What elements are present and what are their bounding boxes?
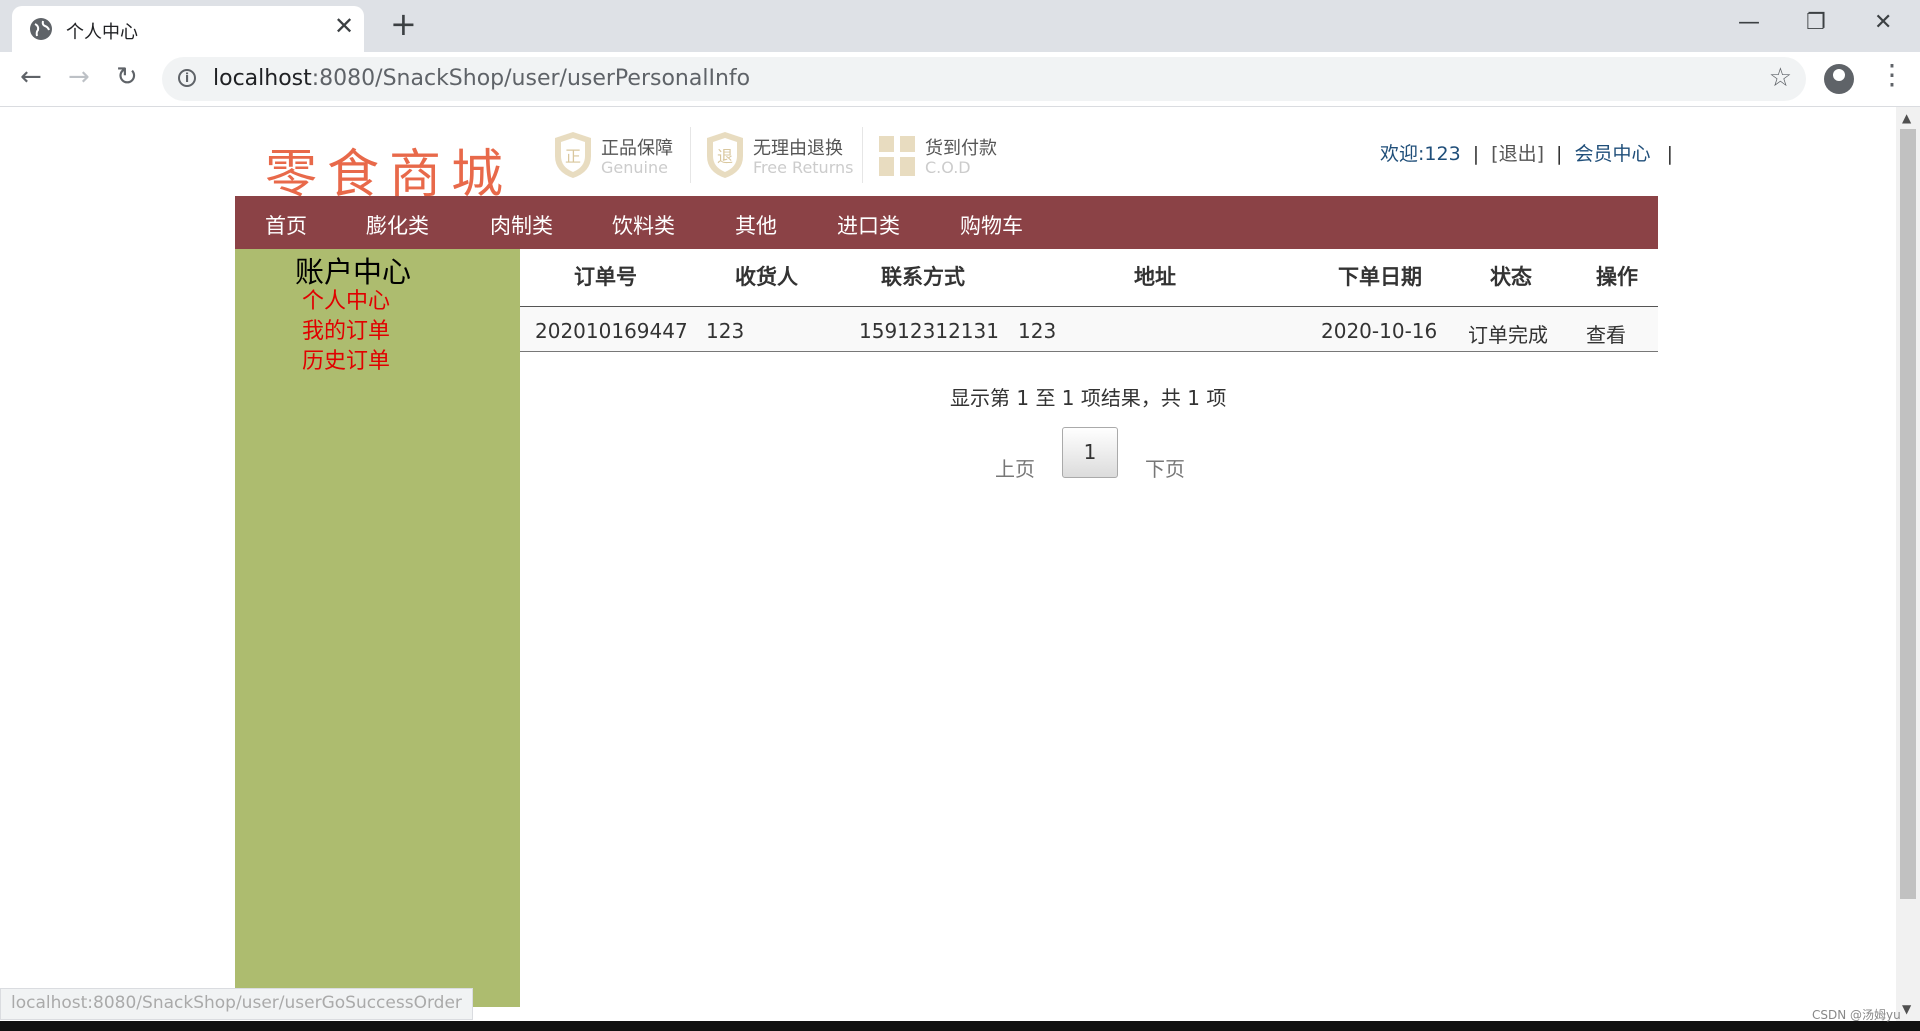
watermark: CSDN @汤姆yu <box>1812 1008 1901 1022</box>
url-text[interactable]: localhost:8080/SnackShop/user/userPerson… <box>213 66 750 91</box>
sidebar-link-orders[interactable]: 我的订单 <box>302 313 390 345</box>
svg-text:正: 正 <box>565 147 581 166</box>
address-bar[interactable]: i localhost:8080/SnackShop/user/userPers… <box>162 57 1806 101</box>
nav-item-puffed[interactable]: 膨化类 <box>366 210 429 240</box>
shield-icon: 正 <box>555 132 591 178</box>
taskbar <box>0 1021 1920 1031</box>
vertical-scrollbar[interactable]: ▲ ▼ <box>1896 107 1920 1021</box>
nav-item-imported[interactable]: 进口类 <box>837 210 900 240</box>
user-links: 欢迎:123 | [退出] | 会员中心 | <box>1380 143 1673 165</box>
cell-order-no: 202010169447 <box>535 319 688 343</box>
column-header-receiver[interactable]: 收货人 <box>735 261 798 291</box>
scrollbar-thumb[interactable] <box>1900 129 1916 899</box>
globe-icon <box>30 18 52 40</box>
member-center-link[interactable]: 会员中心 <box>1575 143 1651 165</box>
page-content: 零食商城 正 正品保障 Genuine 退 无理由退换 Free Returns… <box>0 107 1896 1021</box>
menu-icon[interactable]: ⋮ <box>1878 58 1906 91</box>
window-close-icon[interactable]: ✕ <box>1874 10 1892 35</box>
svg-text:退: 退 <box>717 147 733 166</box>
account-sidebar: 账户中心 个人中心 我的订单 历史订单 <box>235 249 520 1007</box>
forward-arrow-icon[interactable]: → <box>68 62 90 92</box>
pagination-info: 显示第 1 至 1 项结果，共 1 项 <box>950 386 1227 410</box>
cell-address: 123 <box>1018 319 1057 343</box>
column-header-phone[interactable]: 联系方式 <box>881 261 965 291</box>
logout-link[interactable]: [退出] <box>1491 143 1544 165</box>
main-nav: 首页 膨化类 肉制类 饮料类 其他 进口类 购物车 <box>235 196 1658 249</box>
divider <box>862 127 863 183</box>
gift-icon <box>879 136 915 176</box>
sidebar-link-history[interactable]: 历史订单 <box>302 343 390 375</box>
status-bar: localhost:8080/SnackShop/user/userGoSucc… <box>0 988 473 1020</box>
column-header-status[interactable]: 状态 <box>1490 261 1532 291</box>
column-header-order-no[interactable]: 订单号 <box>574 261 637 291</box>
return-icon: 退 <box>707 132 743 178</box>
tab-strip: 个人中心 ✕ + — ❐ ✕ <box>0 0 1920 52</box>
cell-phone: 15912312131 <box>859 319 999 343</box>
page-1-button[interactable]: 1 <box>1062 427 1118 478</box>
browser-toolbar: ← → ↻ i localhost:8080/SnackShop/user/us… <box>0 52 1920 107</box>
welcome-text: 欢迎:123 <box>1380 143 1461 165</box>
cell-status: 订单完成 <box>1468 323 1548 347</box>
nav-item-drinks[interactable]: 饮料类 <box>612 210 675 240</box>
browser-tab[interactable]: 个人中心 ✕ <box>12 6 364 52</box>
prev-page-button[interactable]: 上页 <box>995 453 1035 482</box>
back-arrow-icon[interactable]: ← <box>20 62 42 92</box>
next-page-button[interactable]: 下页 <box>1145 453 1185 482</box>
minimize-icon[interactable]: — <box>1738 10 1760 35</box>
table-row: 202010169447 123 15912312131 123 2020-10… <box>520 307 1658 352</box>
view-order-link[interactable]: 查看 <box>1586 319 1626 348</box>
divider <box>690 127 691 183</box>
scroll-down-icon[interactable]: ▼ <box>1902 1002 1911 1016</box>
cell-date: 2020-10-16 <box>1321 319 1438 343</box>
cell-receiver: 123 <box>706 319 745 343</box>
reload-icon[interactable]: ↻ <box>116 62 138 92</box>
tab-title: 个人中心 <box>66 22 138 43</box>
sidebar-link-personal[interactable]: 个人中心 <box>302 283 390 315</box>
nav-item-meat[interactable]: 肉制类 <box>490 210 553 240</box>
column-header-action[interactable]: 操作 <box>1596 261 1638 291</box>
info-icon[interactable]: i <box>178 69 196 87</box>
restore-icon[interactable]: ❐ <box>1806 10 1826 35</box>
nav-item-home[interactable]: 首页 <box>265 210 307 240</box>
new-tab-button[interactable]: + <box>390 6 417 42</box>
nav-item-cart[interactable]: 购物车 <box>960 210 1023 240</box>
profile-avatar-icon[interactable] <box>1824 64 1854 94</box>
scroll-up-icon[interactable]: ▲ <box>1902 111 1911 125</box>
column-header-address[interactable]: 地址 <box>1134 261 1176 291</box>
bookmark-star-icon[interactable]: ☆ <box>1769 63 1792 93</box>
nav-item-other[interactable]: 其他 <box>735 210 777 240</box>
close-tab-icon[interactable]: ✕ <box>334 14 354 38</box>
column-header-date[interactable]: 下单日期 <box>1338 261 1422 291</box>
